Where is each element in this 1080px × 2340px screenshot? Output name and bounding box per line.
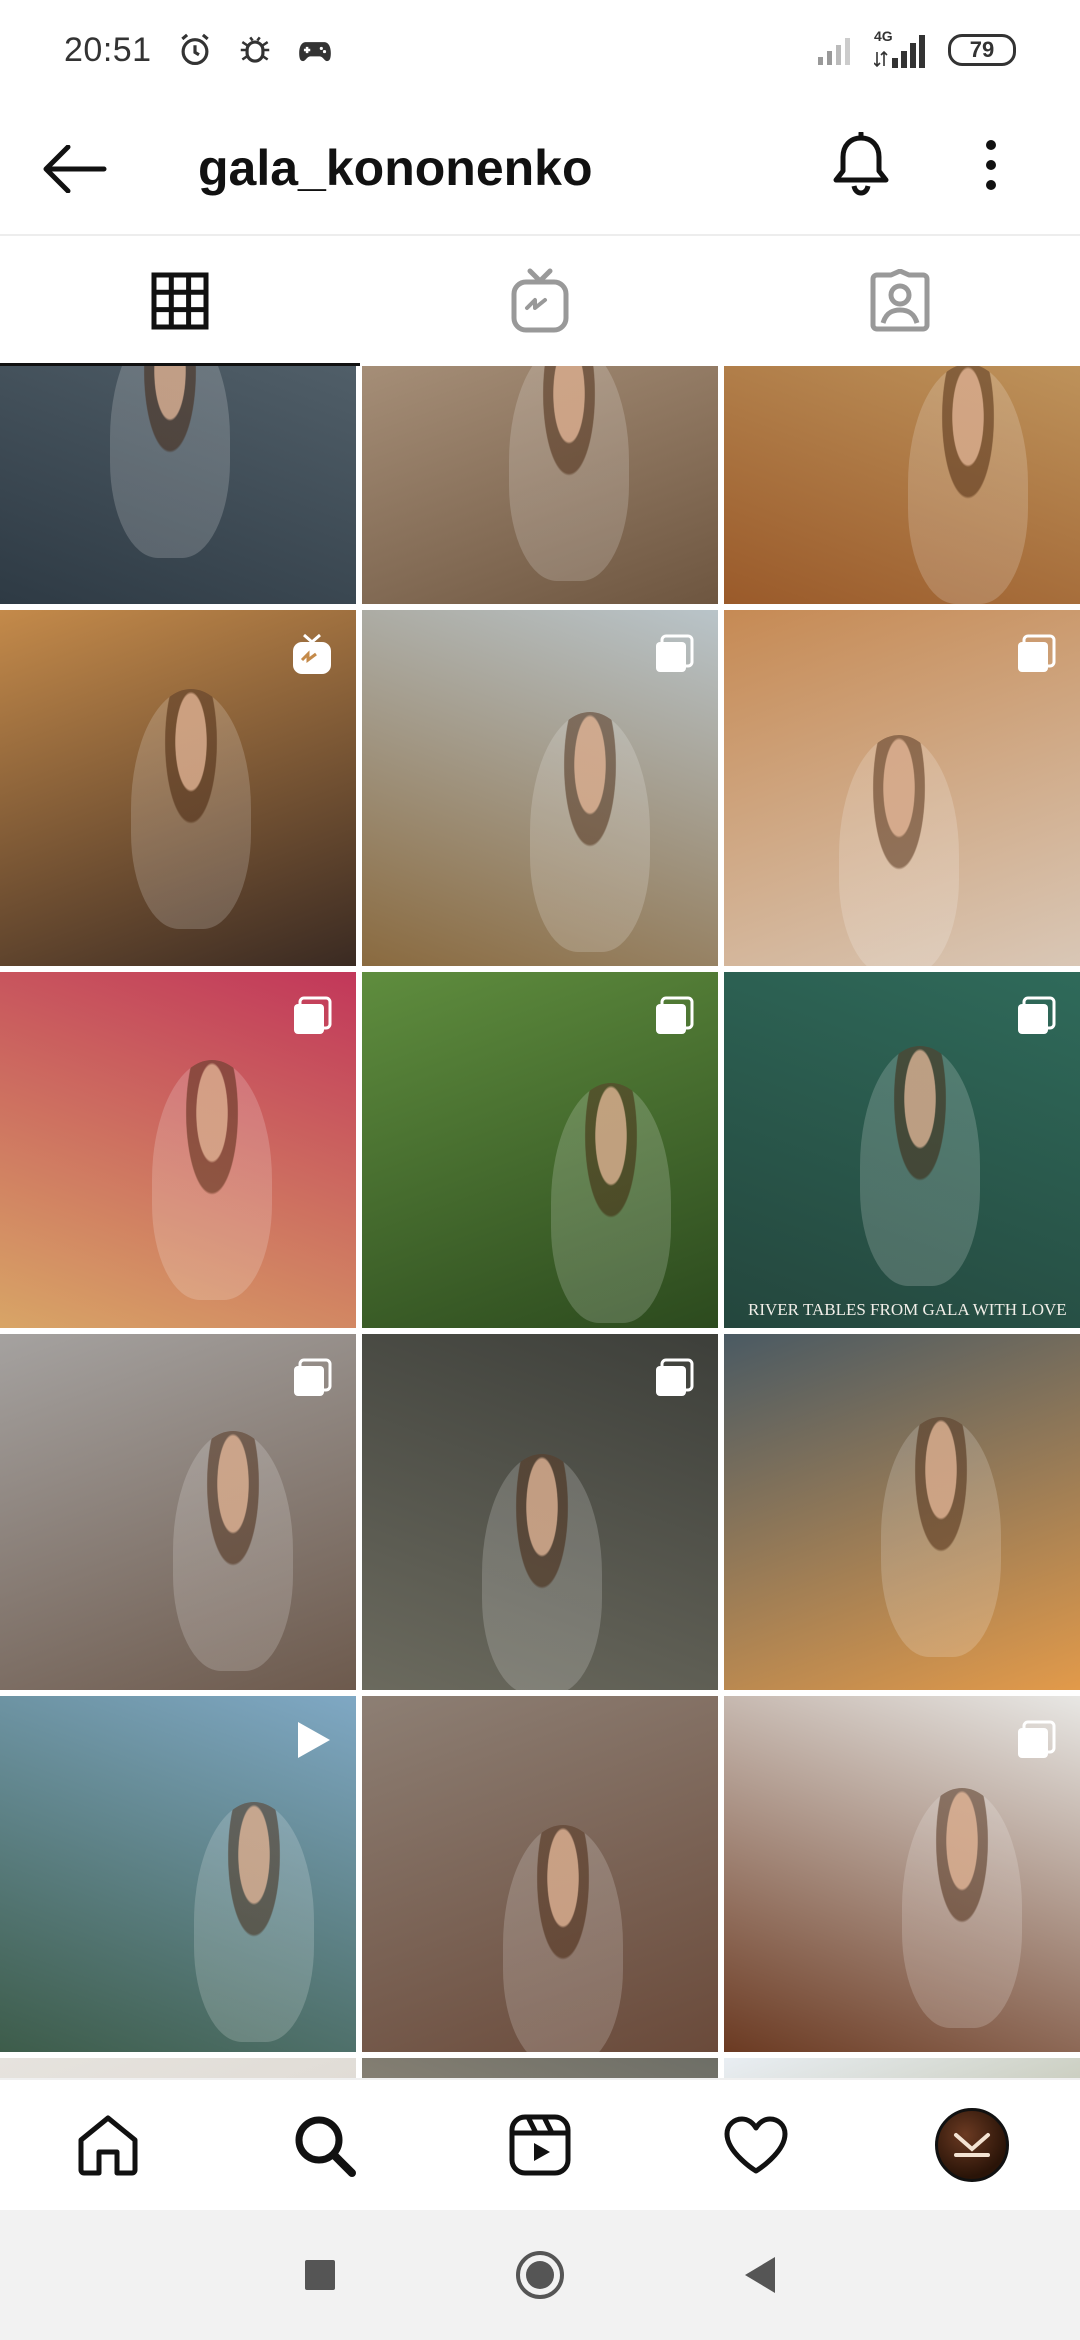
post-tile[interactable] [724,1334,1080,1690]
photo-subject [902,1788,1022,2028]
alarm-icon [180,33,209,66]
carousel-icon [1014,632,1058,676]
back-button[interactable] [40,134,110,204]
photo-subject [530,712,650,952]
carousel-icon [652,632,696,676]
photo-subject [152,1060,272,1300]
carousel-icon [652,1356,696,1400]
post-tile[interactable] [724,366,1080,604]
home-icon [78,2115,138,2176]
posts-grid: RIVER TABLES FROM GALA WITH LOVE [0,366,1080,2078]
system-navigation-bar [0,2210,1080,2340]
tab-igtv[interactable] [360,236,720,366]
heart-icon [724,2116,788,2174]
status-bar: 20:51 4G 79 [0,0,1080,100]
post-tile[interactable] [362,1696,718,2052]
carousel-icon [1014,994,1058,1038]
nav-profile[interactable] [864,2079,1080,2211]
post-tile[interactable] [362,972,718,1328]
post-tile[interactable] [362,366,718,604]
post-tile[interactable] [0,610,356,966]
home-circle-icon [516,2251,564,2299]
recents-square-icon [305,2260,335,2290]
gamepad-icon [298,42,331,62]
profile-header: gala_kononenko [0,100,1080,236]
post-tile[interactable] [0,972,356,1328]
back-system-button[interactable] [650,2210,870,2340]
posts-grid-inner: RIVER TABLES FROM GALA WITH LOVE [0,366,1080,2078]
avatar-icon [935,2108,1009,2182]
tab-posts-grid[interactable] [0,236,360,366]
post-tile[interactable] [0,1696,356,2052]
post-tile[interactable] [0,2058,356,2078]
back-triangle-icon [745,2257,775,2293]
reels-icon [509,2114,571,2176]
profile-username: gala_kononenko [198,140,593,196]
tagged-user-icon [870,269,930,332]
back-arrow-icon [43,145,107,193]
notifications-button[interactable] [826,124,896,204]
status-notification-icons [176,31,334,69]
bug-icon [240,36,269,63]
post-tile[interactable] [362,1334,718,1690]
photo-subject [194,1802,314,2042]
bell-icon [833,132,889,196]
tab-tagged[interactable] [720,236,1080,366]
igtv-badge-icon [290,632,334,676]
battery-level: 79 [969,37,995,62]
bottom-navigation [0,2078,1080,2210]
photo-subject [860,1046,980,1286]
more-vertical-icon [986,140,996,190]
status-time: 20:51 [64,30,152,69]
nav-activity[interactable] [648,2079,864,2211]
post-tile[interactable] [362,2058,718,2078]
video-play-icon [290,1718,334,1762]
nav-search[interactable] [216,2079,432,2211]
post-tile[interactable] [724,2058,1080,2078]
more-options-button[interactable] [966,130,1016,200]
carousel-icon [290,994,334,1038]
status-system-icons: 4G 79 [816,28,1016,70]
profile-tabs [0,234,1080,366]
battery-icon: 79 [948,34,1016,66]
signal-4g-icon: 4G [874,28,930,70]
signal-icon [818,38,850,65]
post-tile[interactable] [0,366,356,604]
igtv-icon [511,268,569,333]
photo-subject [482,1454,602,1690]
photo-subject [839,735,959,966]
post-tile[interactable] [724,1696,1080,2052]
carousel-icon [1014,1718,1058,1762]
photo-subject [881,1417,1001,1657]
photo-subject [503,1825,623,2052]
carousel-icon [652,994,696,1038]
photo-subject [509,366,629,581]
post-tile[interactable] [362,610,718,966]
post-tile[interactable]: RIVER TABLES FROM GALA WITH LOVE [724,972,1080,1328]
photo-overlay-text: RIVER TABLES FROM GALA WITH LOVE [748,1300,1067,1319]
search-icon [295,2116,356,2177]
photo-subject [110,366,230,558]
post-tile[interactable] [0,1334,356,1690]
photo-subject [173,1431,293,1671]
nav-reels[interactable] [432,2079,648,2211]
photo-subject [551,1083,671,1323]
carousel-icon [290,1356,334,1400]
photo-subject [131,689,251,929]
photo-subject [908,366,1028,604]
nav-home[interactable] [0,2079,216,2211]
home-system-button[interactable] [430,2210,650,2340]
post-tile[interactable] [724,610,1080,966]
grid-icon [151,272,209,330]
recents-button[interactable] [210,2210,430,2340]
